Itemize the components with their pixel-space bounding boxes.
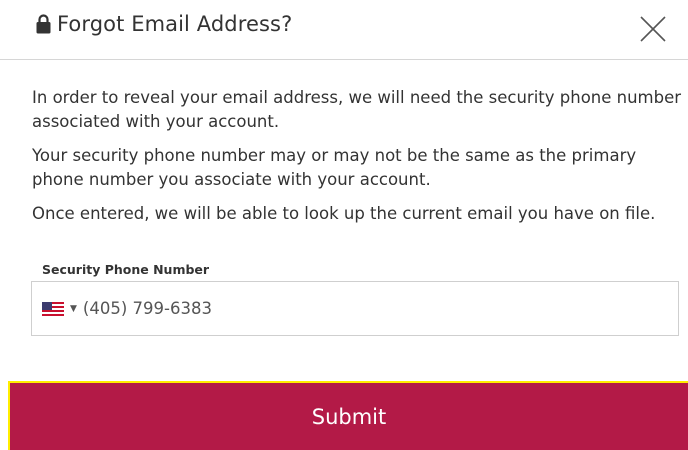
lock-icon — [36, 14, 51, 34]
close-button[interactable] — [636, 12, 670, 46]
caret-down-icon: ▼ — [70, 303, 77, 314]
modal-header: Forgot Email Address? — [0, 0, 688, 60]
submit-button-label: Submit — [311, 404, 387, 429]
security-phone-field[interactable]: ▼ — [31, 281, 679, 336]
close-icon — [640, 16, 666, 42]
modal-title: Forgot Email Address? — [36, 12, 292, 36]
us-flag-icon — [42, 301, 64, 316]
instruction-paragraph-3: Once entered, we will be able to look up… — [32, 204, 656, 223]
phone-field-label: Security Phone Number — [42, 262, 210, 277]
submit-button[interactable]: Submit — [8, 381, 688, 450]
country-selector[interactable]: ▼ — [42, 301, 83, 316]
instruction-paragraph-1: In order to reveal your email address, w… — [32, 88, 682, 131]
instruction-paragraph-2: Your security phone number may or may no… — [32, 146, 637, 189]
forgot-email-modal: Forgot Email Address? In order to reveal… — [0, 0, 688, 450]
modal-title-text: Forgot Email Address? — [57, 12, 293, 36]
modal-body: In order to reveal your email address, w… — [32, 86, 688, 236]
security-phone-input[interactable] — [82, 299, 383, 318]
